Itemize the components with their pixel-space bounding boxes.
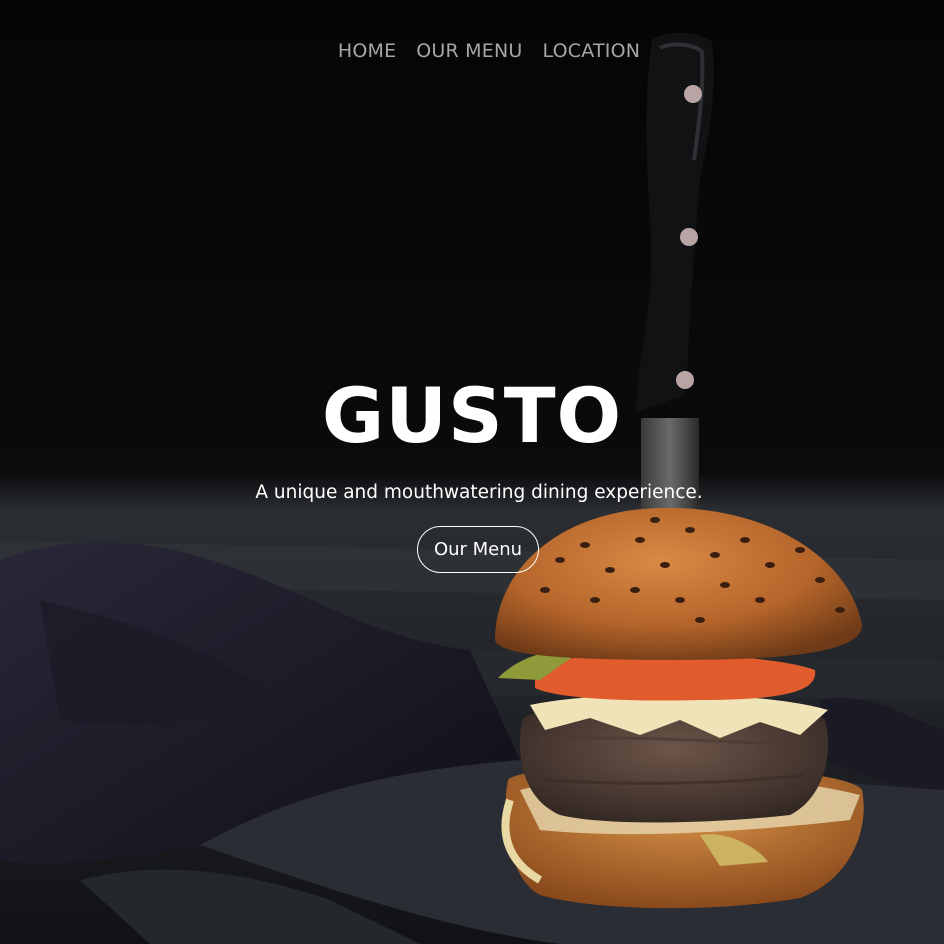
hero-section: HOME OUR MENU LOCATION GUSTO A unique an… — [0, 0, 944, 944]
hero-background-image — [0, 0, 944, 944]
nav-home-link[interactable]: HOME — [338, 40, 396, 62]
nav-our-menu-link[interactable]: OUR MENU — [416, 40, 522, 62]
hero-tagline: A unique and mouthwatering dining experi… — [255, 482, 703, 503]
nav-location-link[interactable]: LOCATION — [543, 40, 641, 62]
site-title: GUSTO — [321, 371, 623, 460]
main-nav: HOME OUR MENU LOCATION — [0, 40, 944, 62]
our-menu-button[interactable]: Our Menu — [417, 526, 539, 573]
